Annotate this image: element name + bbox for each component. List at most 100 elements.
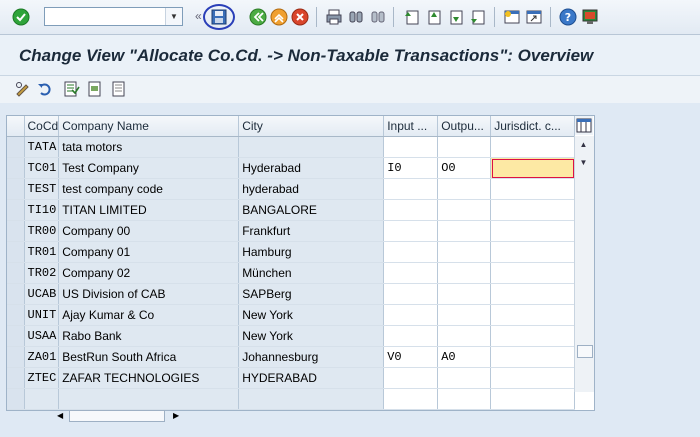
jurisdiction-code-cell[interactable] [490, 325, 576, 347]
output-tax-cell[interactable] [437, 283, 492, 305]
undo-icon[interactable] [36, 80, 54, 98]
row-selector[interactable] [7, 136, 25, 158]
cancel-icon[interactable] [291, 8, 309, 26]
column-header-city[interactable]: City [238, 116, 385, 137]
cocd-cell: TR01 [24, 241, 60, 263]
command-field[interactable]: ▼ [44, 7, 183, 26]
column-header-input-tax[interactable]: Input ... [383, 116, 439, 137]
find-icon[interactable] [347, 8, 365, 26]
jurisdiction-code-cell[interactable] [490, 199, 576, 221]
last-page-icon[interactable] [469, 8, 487, 26]
row-selector[interactable] [7, 346, 25, 368]
jurisdiction-code-cell[interactable] [490, 220, 576, 242]
output-tax-cell[interactable]: A0 [437, 346, 492, 368]
shortcut-icon[interactable] [525, 8, 543, 26]
jurisdiction-code-cell[interactable] [490, 304, 576, 326]
exit-icon[interactable] [270, 8, 288, 26]
output-tax-cell[interactable]: O0 [437, 157, 492, 179]
new-session-icon[interactable] [503, 8, 521, 26]
output-tax-cell[interactable] [437, 241, 492, 263]
output-tax-cell[interactable] [437, 262, 492, 284]
output-tax-cell[interactable] [437, 199, 492, 221]
input-tax-cell[interactable] [383, 220, 439, 242]
row-selector[interactable] [7, 199, 25, 221]
input-tax-cell[interactable] [383, 136, 439, 158]
input-tax-cell[interactable] [383, 262, 439, 284]
scroll-left-button[interactable]: ◀ [57, 411, 63, 420]
jurisdiction-code-cell[interactable] [490, 262, 576, 284]
output-tax-cell[interactable] [437, 367, 492, 389]
row-selector[interactable] [7, 262, 25, 284]
column-header-output-tax[interactable]: Outpu... [437, 116, 492, 137]
row-selector[interactable] [7, 178, 25, 200]
input-tax-cell[interactable] [383, 283, 439, 305]
row-selector[interactable] [7, 325, 25, 347]
city-cell: Johannesburg [238, 346, 385, 368]
output-tax-cell[interactable] [437, 220, 492, 242]
row-selector[interactable] [7, 388, 25, 410]
input-tax-cell[interactable] [383, 304, 439, 326]
input-tax-cell[interactable]: I0 [383, 157, 439, 179]
input-tax-cell[interactable] [383, 178, 439, 200]
first-page-icon[interactable] [403, 8, 421, 26]
input-tax-cell[interactable] [383, 388, 439, 410]
command-field-dropdown-button[interactable]: ▼ [165, 8, 182, 25]
select-block-icon[interactable] [86, 80, 104, 98]
input-tax-cell[interactable]: V0 [383, 346, 439, 368]
row-selector[interactable] [7, 220, 25, 242]
print-icon[interactable] [325, 8, 343, 26]
input-tax-cell[interactable] [383, 325, 439, 347]
jurisdiction-code-cell[interactable] [490, 346, 576, 368]
horizontal-scroll-thumb[interactable] [69, 410, 165, 422]
data-table: CoCd Company Name City Input ... Outpu..… [7, 116, 576, 410]
output-tax-cell[interactable] [437, 325, 492, 347]
row-selector[interactable] [7, 157, 25, 179]
toolbar-separator [494, 7, 495, 27]
jurisdiction-code-cell[interactable] [490, 388, 576, 410]
customize-layout-icon[interactable] [581, 8, 599, 26]
scroll-down-button[interactable]: ▼ [575, 154, 592, 170]
collapse-icon[interactable]: « [195, 9, 202, 23]
jurisdiction-code-cell[interactable] [490, 283, 576, 305]
column-header-jurisdiction-code[interactable]: Jurisdict. c... [490, 116, 576, 137]
column-header-cocd[interactable]: CoCd [24, 116, 60, 137]
input-tax-cell[interactable] [383, 241, 439, 263]
vertical-scroll-thumb[interactable] [577, 345, 593, 358]
output-tax-cell[interactable] [437, 388, 492, 410]
row-selector[interactable] [7, 241, 25, 263]
cocd-cell: TC01 [24, 157, 60, 179]
row-selector[interactable] [7, 367, 25, 389]
select-all-icon[interactable] [62, 80, 80, 98]
table-settings-icon[interactable] [575, 116, 593, 135]
select-all-rows-button[interactable] [7, 116, 25, 137]
column-header-company-name[interactable]: Company Name [58, 116, 240, 137]
cocd-cell: TATA [24, 136, 60, 158]
save-icon[interactable] [210, 8, 228, 26]
jurisdiction-code-cell[interactable] [490, 136, 576, 158]
vertical-scrollbar[interactable]: ▲ ▼ [574, 136, 594, 392]
scroll-right-button[interactable]: ▶ [173, 411, 179, 420]
input-tax-cell[interactable] [383, 199, 439, 221]
output-tax-cell[interactable] [437, 304, 492, 326]
previous-page-icon[interactable] [425, 8, 443, 26]
jurisdiction-code-cell[interactable] [490, 157, 576, 179]
find-next-icon[interactable] [369, 8, 387, 26]
output-tax-cell[interactable] [437, 136, 492, 158]
output-tax-cell[interactable] [437, 178, 492, 200]
back-icon[interactable] [249, 8, 267, 26]
row-selector[interactable] [7, 304, 25, 326]
horizontal-scrollbar[interactable]: ◀ ▶ [55, 408, 188, 425]
enter-icon[interactable] [12, 8, 30, 26]
row-selector[interactable] [7, 283, 25, 305]
deselect-all-icon[interactable] [110, 80, 128, 98]
toolbar-separator [550, 7, 551, 27]
next-page-icon[interactable] [447, 8, 465, 26]
jurisdiction-code-cell[interactable] [490, 367, 576, 389]
city-cell: Frankfurt [238, 220, 385, 242]
help-icon[interactable]: ? [559, 8, 577, 26]
jurisdiction-code-cell[interactable] [490, 241, 576, 263]
change-display-icon[interactable] [14, 80, 32, 98]
jurisdiction-code-cell[interactable] [490, 178, 576, 200]
input-tax-cell[interactable] [383, 367, 439, 389]
scroll-up-button[interactable]: ▲ [575, 136, 592, 152]
